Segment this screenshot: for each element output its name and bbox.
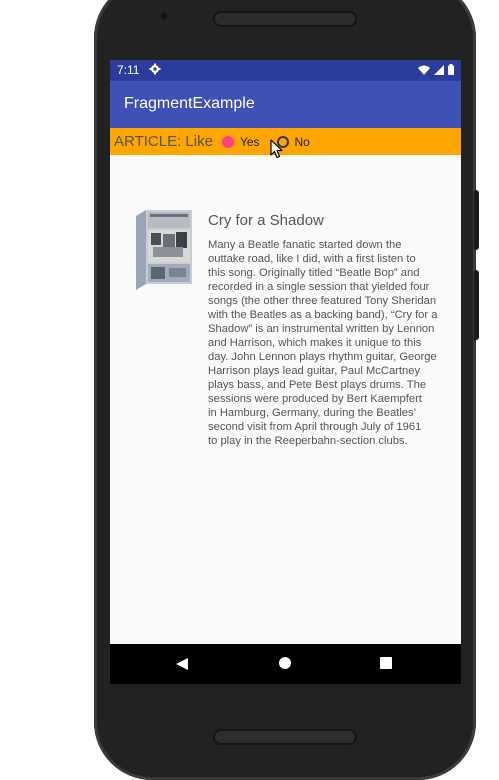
article-body-line: to play in the Reeperbahn-section clubs. xyxy=(208,435,408,447)
article-body-line: sessions were produced by Bert Kaempfert xyxy=(208,393,422,405)
wifi-icon xyxy=(418,64,430,78)
radio-yes[interactable]: Yes xyxy=(221,134,260,149)
article-body-line: this song. Originally titled “Beatle Bop… xyxy=(208,267,420,279)
status-bar: 7:11 xyxy=(110,60,461,81)
article-body-line: plays bass, and Pete Best plays drums. T… xyxy=(208,379,427,391)
battery-icon xyxy=(448,64,454,78)
earpiece-speaker xyxy=(213,11,357,27)
article-body: Many a Beatle fanatic started down the ou… xyxy=(208,238,455,448)
bottom-speaker xyxy=(213,729,357,745)
article-body-line: songs (the other three featured Tony She… xyxy=(208,295,437,307)
status-time: 7:11 xyxy=(117,63,140,77)
app-title: FragmentExample xyxy=(124,95,255,112)
front-camera xyxy=(161,13,167,19)
cellular-signal-icon xyxy=(434,64,444,78)
article-body-line: second visit from April through July of … xyxy=(208,421,422,433)
power-button xyxy=(474,190,479,250)
recents-icon[interactable] xyxy=(380,657,392,669)
article-like-label: ARTICLE: Like xyxy=(114,133,213,150)
article-body-line: day. John Lennon plays rhythm guitar, Ge… xyxy=(208,351,437,363)
volume-button xyxy=(474,270,479,340)
article-title: Cry for a Shadow xyxy=(208,212,324,229)
device-screen: 7:11 FragmentExample ARTICLE: Like Yes N… xyxy=(110,60,461,684)
article-body-line: recorded in a single session that yielde… xyxy=(208,281,430,293)
radio-yes-label: Yes xyxy=(239,134,260,149)
article-body-line: with the Beatles as a backing band), “Cr… xyxy=(208,309,438,321)
radio-checked-icon xyxy=(221,135,234,148)
article-body-line: Many a Beatle fanatic started down the xyxy=(208,239,402,251)
article-body-line: outtake road, like I did, with a first l… xyxy=(208,253,416,265)
article-body-line: Harrison plays lead guitar, Paul McCartn… xyxy=(208,365,421,377)
like-radio-group: Yes No xyxy=(221,134,310,149)
mouse-cursor-icon xyxy=(270,139,283,164)
settings-gear-icon xyxy=(149,63,161,78)
app-bar: FragmentExample xyxy=(110,81,461,128)
navigation-bar xyxy=(110,644,461,684)
article-body-line: in Hamburg, Germany, during the Beatles’ xyxy=(208,407,417,419)
article-image xyxy=(136,210,194,290)
back-icon[interactable] xyxy=(176,657,188,675)
radio-no-label: No xyxy=(294,134,310,149)
article-like-bar: ARTICLE: Like Yes No xyxy=(110,128,461,155)
home-icon[interactable] xyxy=(279,657,291,669)
article-body-line: Shadow” is an instrumental written by Le… xyxy=(208,323,435,335)
article-body-line: and Harrison, which makes it unique to t… xyxy=(208,337,422,349)
